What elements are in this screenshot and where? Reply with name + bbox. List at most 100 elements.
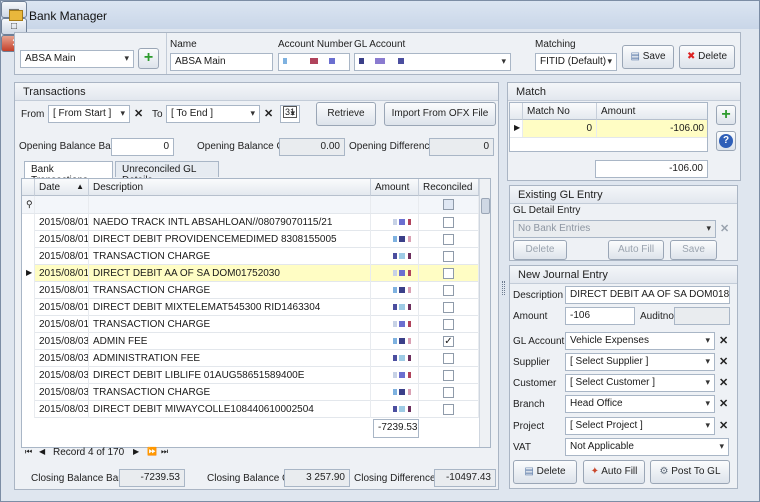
date-cell[interactable]: 2015/08/01 bbox=[35, 316, 89, 333]
date-cell[interactable]: 2015/08/03 bbox=[35, 350, 89, 367]
add-bank-button[interactable]: + bbox=[138, 48, 159, 69]
description-cell[interactable]: DIRECT DEBIT MIWAYCOLLE108440610002504 bbox=[89, 401, 371, 418]
reconciled-checkbox[interactable] bbox=[443, 268, 454, 279]
reconciled-checkbox[interactable] bbox=[443, 370, 454, 381]
description-cell[interactable]: TRANSACTION CHARGE bbox=[89, 248, 371, 265]
opening-balance-bank-field[interactable]: 0 bbox=[111, 138, 174, 156]
description-column-header[interactable]: Description bbox=[89, 179, 371, 196]
reconciled-checkbox[interactable] bbox=[443, 285, 454, 296]
clear-from-icon[interactable]: ✕ bbox=[134, 107, 143, 120]
table-row[interactable]: 2015/08/01 DIRECT DEBIT PROVIDENCEMEDIMED… bbox=[22, 231, 490, 248]
match-row[interactable]: ▶ 0 -106.00 bbox=[510, 120, 707, 138]
table-row[interactable]: 2015/08/03 DIRECT DEBIT LIBLIFE 01AUG5865… bbox=[22, 367, 490, 384]
clear-project-icon[interactable]: ✕ bbox=[719, 419, 728, 432]
post-to-gl-button[interactable]: ⚙ Post To GL bbox=[650, 460, 730, 484]
matching-select[interactable]: FITID (Default) bbox=[535, 53, 617, 71]
match-no-header[interactable]: Match No bbox=[523, 103, 597, 120]
first-record-icon[interactable]: ⏮ bbox=[25, 447, 32, 457]
table-row[interactable]: 2015/08/03 DIRECT DEBIT MIWAYCOLLE1084406… bbox=[22, 401, 490, 418]
clear-gl-detail-icon[interactable]: ✕ bbox=[720, 222, 729, 235]
project-select[interactable]: [ Select Project ] bbox=[565, 417, 715, 435]
reconciled-checkbox[interactable] bbox=[443, 251, 454, 262]
description-cell[interactable]: TRANSACTION CHARGE bbox=[89, 282, 371, 299]
reconciled-checkbox[interactable] bbox=[443, 319, 454, 330]
date-cell[interactable]: 2015/08/01 bbox=[35, 231, 89, 248]
description-cell[interactable]: DIRECT DEBIT MIXTELEMAT545300 RID1463304 bbox=[89, 299, 371, 316]
scroll-thumb[interactable] bbox=[481, 198, 490, 214]
date-cell[interactable]: 2015/08/01 bbox=[35, 282, 89, 299]
calendar-picker[interactable]: 31 bbox=[280, 105, 300, 123]
import-ofx-button[interactable]: Import From OFX File bbox=[384, 102, 496, 126]
description-cell[interactable]: DIRECT DEBIT AA OF SA DOM01752030 bbox=[89, 265, 371, 282]
delete-journal-button[interactable]: ▤ Delete bbox=[513, 460, 577, 484]
gl-detail-entry-select[interactable]: No Bank Entries bbox=[513, 220, 716, 238]
reconciled-checkbox[interactable] bbox=[443, 302, 454, 313]
save-gl-entry-button[interactable]: Save bbox=[670, 240, 717, 260]
amount-cell[interactable] bbox=[371, 367, 419, 384]
table-row[interactable]: 2015/08/03 ADMIN FEE ✓ bbox=[22, 333, 490, 350]
vat-select[interactable]: Not Applicable bbox=[565, 438, 729, 456]
table-row[interactable]: 2015/08/01 NAEDO TRACK INTL ABSAHLOAN//08… bbox=[22, 214, 490, 231]
amount-cell[interactable] bbox=[371, 350, 419, 367]
date-cell[interactable]: 2015/08/01 bbox=[35, 299, 89, 316]
date-cell[interactable]: 2015/08/03 bbox=[35, 384, 89, 401]
date-cell[interactable]: 2015/08/03 bbox=[35, 367, 89, 384]
delete-bank-button[interactable]: ✖ Delete bbox=[679, 45, 735, 69]
description-cell[interactable]: TRANSACTION CHARGE bbox=[89, 384, 371, 401]
table-row[interactable]: 2015/08/01 TRANSACTION CHARGE bbox=[22, 282, 490, 299]
reconciled-column-header[interactable]: Reconciled bbox=[419, 179, 479, 196]
amount-cell[interactable] bbox=[371, 401, 419, 418]
match-amount-cell[interactable]: -106.00 bbox=[597, 120, 707, 137]
next-record-icon[interactable]: ▶ bbox=[133, 447, 139, 456]
vertical-scrollbar[interactable] bbox=[479, 179, 490, 447]
delete-gl-entry-button[interactable]: Delete bbox=[513, 240, 567, 260]
amount-cell[interactable] bbox=[371, 231, 419, 248]
reconciled-checkbox[interactable] bbox=[443, 234, 454, 245]
reconciled-checkbox[interactable]: ✓ bbox=[443, 336, 454, 347]
from-date-select[interactable]: [ From Start ] bbox=[48, 105, 130, 123]
amount-cell[interactable] bbox=[371, 316, 419, 333]
description-cell[interactable]: ADMIN FEE bbox=[89, 333, 371, 350]
clear-supplier-icon[interactable]: ✕ bbox=[719, 355, 728, 368]
save-bank-button[interactable]: ▤ Save bbox=[622, 45, 674, 69]
table-row[interactable]: 2015/08/03 ADMINISTRATION FEE bbox=[22, 350, 490, 367]
bank-select[interactable]: ABSA Main bbox=[20, 50, 134, 68]
amount-cell[interactable] bbox=[371, 282, 419, 299]
autofill-journal-button[interactable]: ✦ Auto Fill bbox=[583, 460, 645, 484]
amount-filter-input[interactable] bbox=[371, 196, 419, 213]
tab-unreconciled-gl-details[interactable]: Unreconciled GL Details bbox=[115, 161, 219, 186]
gl-account-select[interactable] bbox=[354, 53, 511, 71]
description-cell[interactable]: TRANSACTION CHARGE bbox=[89, 316, 371, 333]
match-no-cell[interactable]: 0 bbox=[523, 120, 597, 137]
reconciled-checkbox[interactable] bbox=[443, 404, 454, 415]
table-row[interactable]: 2015/08/01 TRANSACTION CHARGE bbox=[22, 316, 490, 333]
amount-field[interactable]: -106 bbox=[565, 307, 635, 325]
last-record-icon[interactable]: ⏭ bbox=[161, 447, 168, 457]
reconciled-filter-input[interactable] bbox=[419, 196, 479, 213]
table-row[interactable]: 2015/08/01 DIRECT DEBIT MIXTELEMAT545300 … bbox=[22, 299, 490, 316]
reconciled-checkbox[interactable] bbox=[443, 217, 454, 228]
clear-gl-account-icon[interactable]: ✕ bbox=[719, 334, 728, 347]
amount-cell[interactable] bbox=[371, 265, 419, 282]
description-cell[interactable]: DIRECT DEBIT LIBLIFE 01AUG58651589400E bbox=[89, 367, 371, 384]
help-button[interactable]: ? bbox=[716, 131, 736, 151]
next-page-icon[interactable]: ⏩ bbox=[147, 447, 157, 456]
amount-cell[interactable] bbox=[371, 384, 419, 401]
amount-cell[interactable] bbox=[371, 248, 419, 265]
date-column-header[interactable]: Date ▲ bbox=[35, 179, 89, 196]
table-row[interactable]: 2015/08/01 TRANSACTION CHARGE bbox=[22, 248, 490, 265]
splitter-handle[interactable] bbox=[502, 281, 505, 295]
customer-select[interactable]: [ Select Customer ] bbox=[565, 374, 715, 392]
supplier-select[interactable]: [ Select Supplier ] bbox=[565, 353, 715, 371]
date-cell[interactable]: 2015/08/01 bbox=[35, 214, 89, 231]
autofill-gl-entry-button[interactable]: Auto Fill bbox=[608, 240, 664, 260]
branch-select[interactable]: Head Office bbox=[565, 395, 715, 413]
description-field[interactable]: DIRECT DEBIT AA OF SA DOM01840011 bbox=[565, 286, 730, 304]
clear-customer-icon[interactable]: ✕ bbox=[719, 376, 728, 389]
reconciled-checkbox[interactable] bbox=[443, 387, 454, 398]
date-cell[interactable]: 2015/08/01 bbox=[35, 265, 89, 282]
description-filter-input[interactable] bbox=[89, 196, 371, 213]
date-filter-input[interactable] bbox=[35, 196, 89, 213]
account-number-field[interactable] bbox=[278, 53, 350, 71]
to-date-select[interactable]: [ To End ] bbox=[166, 105, 260, 123]
